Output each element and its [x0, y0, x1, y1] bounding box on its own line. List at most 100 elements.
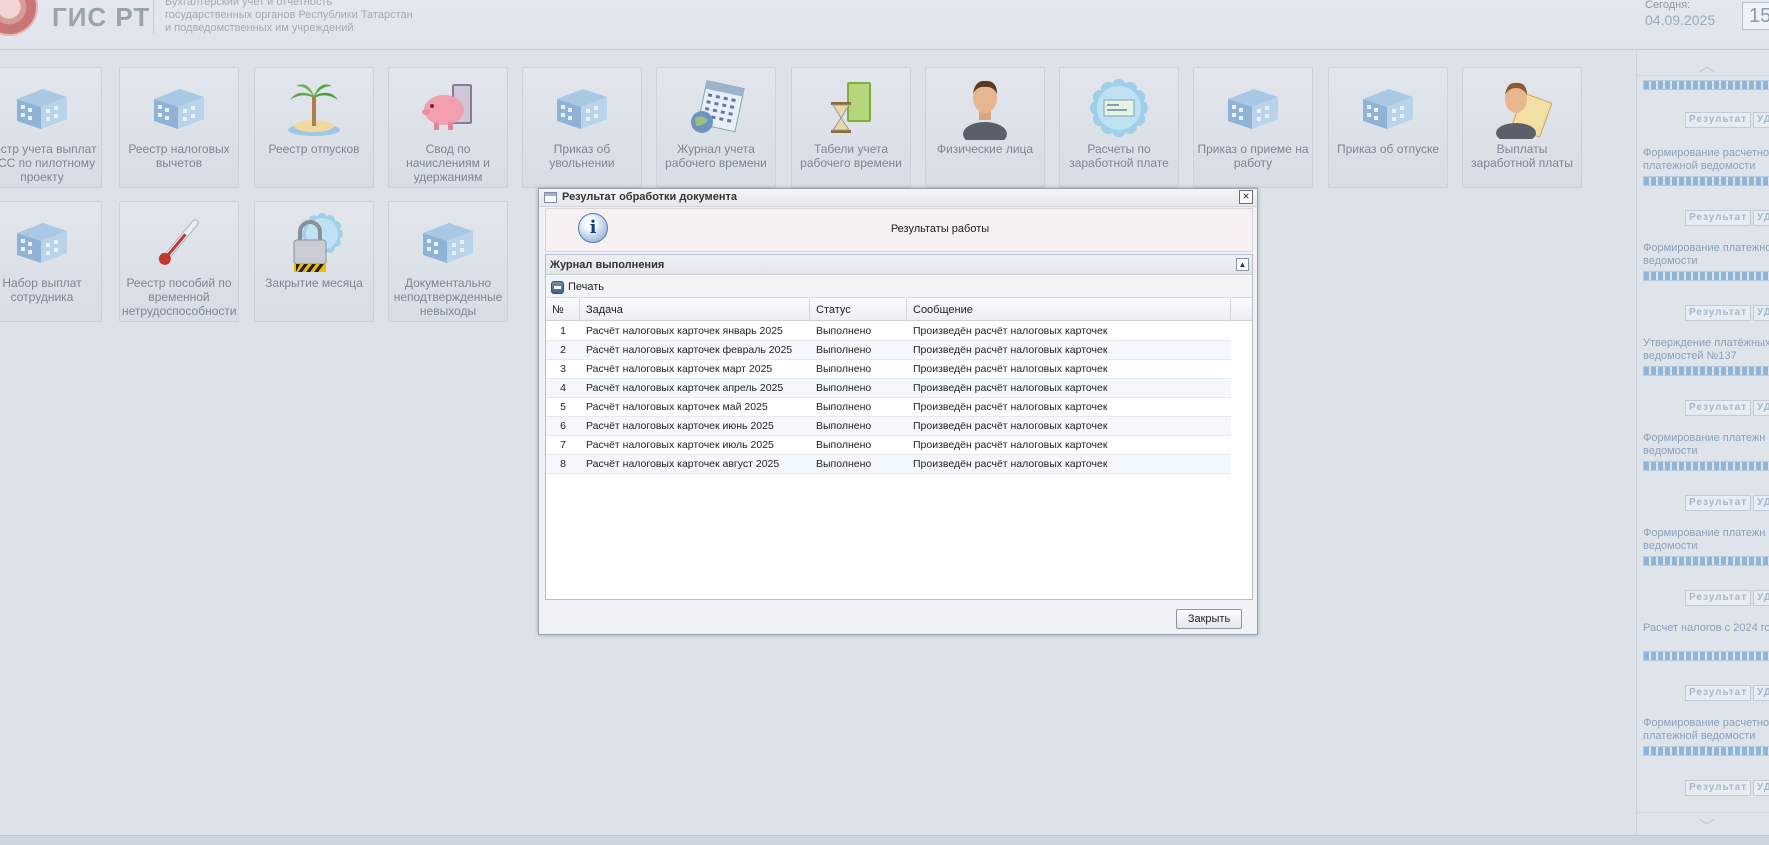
scroll-down-icon[interactable]: ﹀ — [1637, 812, 1769, 836]
status-bar — [0, 835, 1769, 845]
task-title[interactable]: Формирование платежно ведомости — [1637, 242, 1769, 268]
column-header-task[interactable]: Задача — [580, 299, 810, 321]
cell-status: Выполнено — [816, 363, 872, 375]
building-icon — [120, 76, 238, 140]
print-button[interactable]: Печать — [551, 279, 604, 295]
cell-num: 5 — [560, 401, 566, 413]
delete-button[interactable]: УД — [1753, 780, 1769, 796]
result-button[interactable]: Результат — [1685, 112, 1752, 128]
cell-message: Произведён расчёт налоговых карточек — [913, 382, 1108, 394]
module-tile[interactable]: Свод по начислениям и удержаниям — [388, 67, 508, 188]
cell-status: Выполнено — [816, 420, 872, 432]
cell-task: Расчёт налоговых карточек июнь 2025 — [586, 420, 774, 432]
module-tile[interactable]: Закрытие месяца — [254, 201, 374, 322]
module-tile[interactable]: Расчеты по заработной плате — [1059, 67, 1179, 188]
module-tile[interactable]: Приказ о приеме на работу — [1193, 67, 1313, 188]
module-tile-label: Физические лица — [936, 142, 1034, 156]
column-header-status[interactable]: Статус — [810, 299, 907, 321]
result-button[interactable]: Результат — [1685, 210, 1752, 226]
building-icon — [1329, 76, 1447, 140]
task-title[interactable]: Утверждение платёжных ведомостей №137 — [1637, 337, 1769, 363]
result-button[interactable]: Результат — [1685, 495, 1752, 511]
cell-num: 4 — [560, 382, 566, 394]
hourglass-book-icon — [792, 76, 910, 140]
delete-button[interactable]: УД — [1753, 590, 1769, 606]
thermometer-icon — [120, 210, 238, 274]
cell-status: Выполнено — [816, 439, 872, 451]
task-title[interactable]: Расчет налогов с 2024 год — [1637, 622, 1769, 648]
task-actions: Результат УД — [1685, 780, 1769, 796]
collapse-icon[interactable]: ▲ — [1236, 258, 1249, 271]
info-panel: i Результаты работы — [545, 208, 1253, 252]
module-tile[interactable]: еестр учета выплат ФСС по пилотному прое… — [0, 67, 102, 188]
table-row[interactable]: 5 Расчёт налоговых карточек май 2025 Выпол… — [546, 398, 1231, 417]
building-icon — [523, 76, 641, 140]
table-row[interactable]: 7 Расчёт налоговых карточек июль 2025 Выпо… — [546, 436, 1231, 455]
module-tile-label: Приказ о приеме на работу — [1197, 142, 1309, 170]
table-row[interactable]: 4 Расчёт налоговых карточек апрель 2025 Вы… — [546, 379, 1231, 398]
table-row[interactable]: 2 Расчёт налоговых карточек февраль 2025 В… — [546, 341, 1231, 360]
day-input[interactable]: 15 — [1742, 2, 1769, 30]
task-title[interactable]: Формирование расчетно- платежной ведомос… — [1637, 717, 1769, 743]
table-row[interactable]: 6 Расчёт налоговых карточек июнь 2025 Выпо… — [546, 417, 1231, 436]
module-tile[interactable]: Документально неподтвержденные невыходы — [388, 201, 508, 322]
module-tile-label: Расчеты по заработной плате — [1069, 142, 1169, 170]
module-tile-label: еестр учета выплат ФСС по пилотному прое… — [0, 142, 97, 184]
scroll-up-icon[interactable]: ︿ — [1637, 52, 1769, 76]
dialog-titlebar[interactable]: Результат обработки документа × — [539, 189, 1257, 207]
task-actions: Результат УД — [1685, 590, 1769, 606]
table-row[interactable]: 1 Расчёт налоговых карточек январь 2025 Вы… — [546, 322, 1231, 341]
result-button[interactable]: Результат — [1685, 305, 1752, 321]
result-button[interactable]: Результат — [1685, 780, 1752, 796]
result-button[interactable]: Результат — [1685, 400, 1752, 416]
task-actions: Результат УД — [1685, 210, 1769, 226]
task-title[interactable]: Формирование расчетно- платежной ведомос… — [1637, 147, 1769, 173]
delete-button[interactable]: УД — [1753, 685, 1769, 701]
task-actions: Результат УД — [1685, 685, 1769, 701]
result-button[interactable]: Результат — [1685, 685, 1752, 701]
delete-button[interactable]: УД — [1753, 495, 1769, 511]
subtitle-line: государственных органов Республики Татар… — [165, 9, 413, 21]
module-tile[interactable]: Реестр пособий по временной нетрудоспосо… — [119, 201, 239, 322]
close-button[interactable]: Закрыть — [1176, 609, 1242, 629]
delete-button[interactable]: УД — [1753, 210, 1769, 226]
task-item: Формирование платежн ведомости Результат У… — [1637, 527, 1769, 606]
task-progress-bar — [1643, 461, 1769, 471]
delete-button[interactable]: УД — [1753, 112, 1769, 128]
module-tile[interactable]: Физические лица — [925, 67, 1045, 188]
module-tile[interactable]: Набор выплат сотрудника — [0, 201, 102, 322]
column-header-num[interactable]: № — [546, 299, 580, 321]
module-tile[interactable]: Приказ об отпуске — [1328, 67, 1448, 188]
task-title[interactable]: Формирование платежн ведомости — [1637, 527, 1769, 553]
task-actions: Результат УД — [1685, 495, 1769, 511]
table-row[interactable]: 8 Расчёт налоговых карточек август 2025 Вы… — [546, 455, 1231, 474]
delete-button[interactable]: УД — [1753, 400, 1769, 416]
result-button[interactable]: Результат — [1685, 590, 1752, 606]
app-title: ГИС РТ — [52, 2, 151, 32]
task-item: Формирование платежн ведомости Результат У… — [1637, 432, 1769, 511]
close-icon[interactable]: × — [1239, 190, 1253, 204]
today-date: 04.09.2025 — [1645, 12, 1716, 28]
cell-task: Расчёт налоговых карточек май 2025 — [586, 401, 768, 413]
task-item: Результат УД — [1637, 80, 1769, 128]
task-item: Формирование платежно ведомости Результат… — [1637, 242, 1769, 321]
cell-task: Расчёт налоговых карточек август 2025 — [586, 458, 780, 470]
table-row[interactable]: 3 Расчёт налоговых карточек март 2025 Выпо… — [546, 360, 1231, 379]
module-tile[interactable]: Выплаты заработной платы — [1462, 67, 1582, 188]
cell-task: Расчёт налоговых карточек июль 2025 — [586, 439, 774, 451]
task-title[interactable]: Формирование платежн ведомости — [1637, 432, 1769, 458]
cell-task: Расчёт налоговых карточек февраль 2025 — [586, 344, 793, 356]
module-tile[interactable]: Приказ об увольнении — [522, 67, 642, 188]
module-tile-label: Закрытие месяца — [265, 276, 363, 290]
info-text: Результаты работы — [890, 223, 990, 235]
cell-task: Расчёт налоговых карточек март 2025 — [586, 363, 773, 375]
person-icon — [926, 76, 1044, 140]
module-tile[interactable]: Реестр отпусков — [254, 67, 374, 188]
module-tile-label: Документально неподтвержденные невыходы — [393, 276, 503, 318]
delete-button[interactable]: УД — [1753, 305, 1769, 321]
module-tile[interactable]: Журнал учета рабочего времени — [656, 67, 776, 188]
column-header-message[interactable]: Сообщение — [907, 299, 1231, 321]
calendar-globe-icon — [657, 76, 775, 140]
module-tile[interactable]: Реестр налоговых вычетов — [119, 67, 239, 188]
module-tile[interactable]: Табели учета рабочего времени — [791, 67, 911, 188]
